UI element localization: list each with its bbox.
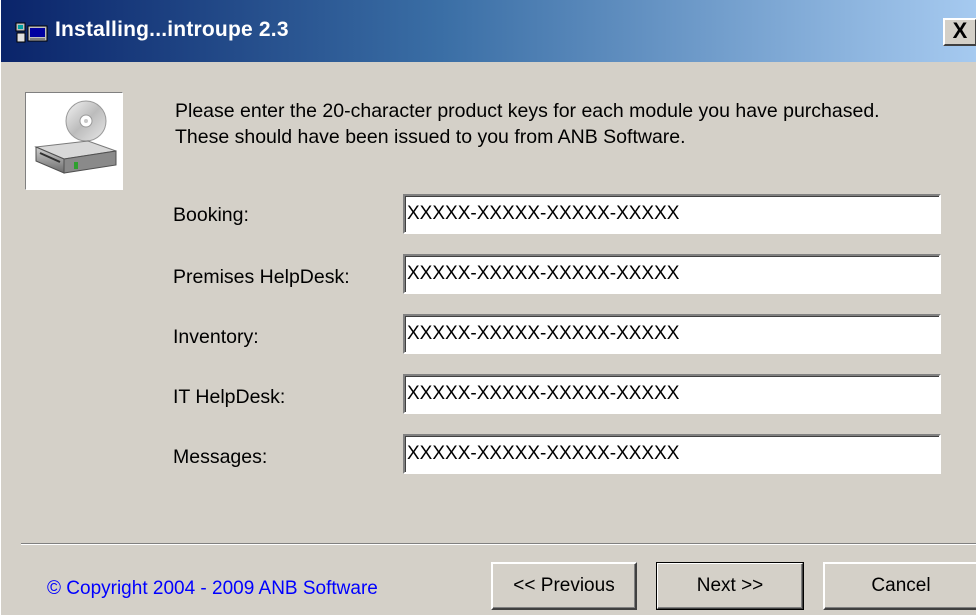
previous-button[interactable]: << Previous xyxy=(491,562,637,610)
cancel-button[interactable]: Cancel xyxy=(823,562,976,610)
installer-window: Installing...introupe 2.3 X Please enter… xyxy=(0,0,976,615)
disk-drive-cd-icon xyxy=(25,92,123,190)
next-button[interactable]: Next >> xyxy=(656,562,804,610)
it-helpdesk-key-input[interactable] xyxy=(403,374,941,414)
installer-icon xyxy=(15,20,51,44)
window-title: Installing...introupe 2.3 xyxy=(55,18,289,41)
premises-helpdesk-key-input[interactable] xyxy=(403,254,941,294)
copyright-text: © Copyright 2004 - 2009 ANB Software xyxy=(47,578,378,599)
inventory-key-input[interactable] xyxy=(403,314,941,354)
booking-label: Booking: xyxy=(173,204,249,226)
footer-separator xyxy=(21,543,976,545)
inventory-label: Inventory: xyxy=(173,326,259,348)
messages-key-input[interactable] xyxy=(403,434,941,474)
instructions-text: Please enter the 20-character product ke… xyxy=(175,100,880,148)
it-helpdesk-label: IT HelpDesk: xyxy=(173,386,286,408)
messages-label: Messages: xyxy=(173,446,268,468)
title-bar[interactable]: Installing...introupe 2.3 X xyxy=(1,0,976,62)
booking-key-input[interactable] xyxy=(403,194,941,234)
close-button[interactable]: X xyxy=(943,18,976,46)
premises-helpdesk-label: Premises HelpDesk: xyxy=(173,266,350,288)
